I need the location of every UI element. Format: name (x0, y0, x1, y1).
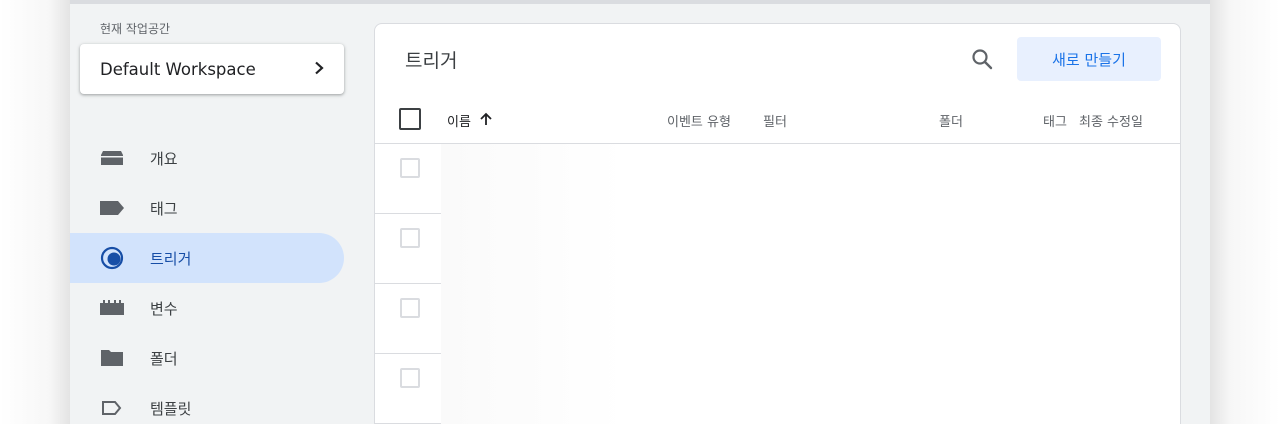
select-all-checkbox[interactable] (399, 108, 421, 130)
template-icon (100, 396, 124, 420)
column-header-event-type[interactable]: 이벤트 유형 (667, 111, 731, 130)
table-row[interactable] (375, 144, 1180, 214)
table-row[interactable] (375, 214, 1180, 284)
column-header-filter[interactable]: 필터 (763, 111, 787, 130)
row-checkbox[interactable] (400, 158, 420, 178)
arrow-up-icon (471, 112, 493, 130)
row-content (441, 354, 1180, 424)
row-checkbox[interactable] (400, 368, 420, 388)
sidebar-item-overview[interactable]: 개요 (70, 133, 344, 183)
sidebar-item-triggers[interactable]: 트리거 (70, 233, 344, 283)
app-window: 현재 작업공간 Default Workspace 개요 태그 트리거 변수 폴… (70, 0, 1210, 424)
window-shadow-left (0, 0, 70, 424)
row-checkbox[interactable] (400, 228, 420, 248)
sidebar-item-folders[interactable]: 폴더 (70, 333, 344, 383)
overview-icon (100, 146, 124, 170)
column-header-last-edited[interactable]: 최종 수정일 (1079, 111, 1143, 130)
column-header-tags[interactable]: 태그 (1043, 111, 1067, 130)
sidebar-item-label: 폴더 (150, 349, 178, 368)
folder-icon (100, 346, 124, 370)
sidebar-item-templates[interactable]: 템플릿 (70, 383, 344, 424)
trigger-icon (100, 246, 124, 270)
sidebar-item-variables[interactable]: 변수 (70, 283, 344, 333)
tag-icon (100, 196, 124, 220)
row-content (441, 214, 1180, 284)
top-bar-edge (70, 0, 1210, 4)
sidebar-nav: 개요 태그 트리거 변수 폴더 템플릿 (70, 133, 344, 424)
search-icon (970, 47, 994, 75)
variable-icon (100, 296, 124, 320)
triggers-panel: 트리거 새로 만들기 이름 이벤트 유형 필터 폴더 태그 최종 수정일 (374, 23, 1181, 424)
search-button[interactable] (965, 44, 999, 78)
row-content (441, 284, 1180, 354)
sidebar-item-label: 변수 (150, 299, 178, 318)
sidebar-item-label: 템플릿 (150, 399, 192, 418)
sidebar-item-label: 개요 (150, 149, 178, 168)
table-row[interactable] (375, 354, 1180, 424)
column-header-name-label: 이름 (447, 115, 471, 130)
table-row[interactable] (375, 284, 1180, 354)
window-shadow-right (1210, 0, 1280, 424)
workspace-name: Default Workspace (100, 59, 256, 79)
sidebar-item-tags[interactable]: 태그 (70, 183, 344, 233)
page-title: 트리거 (405, 50, 458, 72)
workspace-caption: 현재 작업공간 (100, 22, 171, 36)
column-header-folder[interactable]: 폴더 (939, 111, 963, 130)
sidebar-item-label: 태그 (150, 199, 178, 218)
sidebar-item-label: 트리거 (150, 249, 192, 268)
chevron-right-icon (312, 60, 326, 79)
workspace-selector[interactable]: Default Workspace (80, 44, 344, 94)
column-header-name[interactable]: 이름 (447, 111, 493, 130)
row-content (441, 144, 1180, 214)
row-checkbox[interactable] (400, 298, 420, 318)
table-header: 이름 이벤트 유형 필터 폴더 태그 최종 수정일 (375, 94, 1180, 144)
new-trigger-button[interactable]: 새로 만들기 (1017, 37, 1161, 81)
